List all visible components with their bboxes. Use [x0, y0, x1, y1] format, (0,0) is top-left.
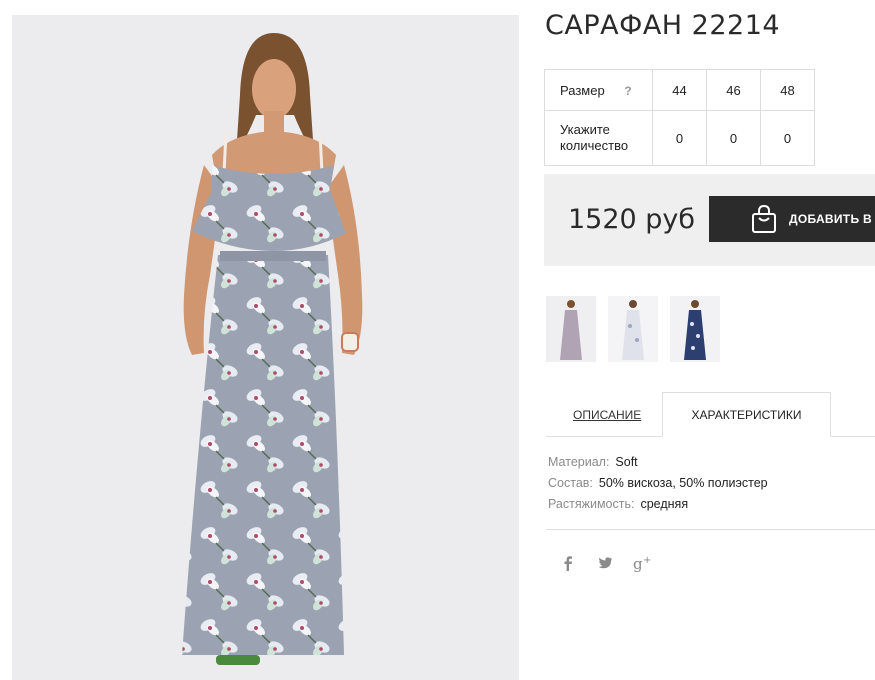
size-46: 46: [706, 69, 761, 111]
facebook-icon[interactable]: [558, 553, 578, 573]
dress-white-thumb-image: [608, 296, 658, 362]
product-price: 1520 руб: [568, 204, 696, 235]
size-label: Размер: [560, 82, 605, 98]
spec-value: 50% вискоза, 50% полиэстер: [598, 476, 768, 490]
thumbnail-2[interactable]: [608, 296, 658, 362]
dress-grey-thumb-image: [546, 296, 596, 362]
size-44: 44: [652, 69, 707, 111]
dress-model-illustration: [182, 33, 363, 665]
svg-text:+: +: [643, 555, 651, 566]
size-label-cell: Размер ?: [544, 69, 653, 111]
spec-value: Soft: [615, 455, 638, 469]
size-48: 48: [760, 69, 815, 111]
spec-key: Материал:: [548, 455, 610, 469]
price-box: 1520 руб ДОБАВИТЬ В КОРЗИНУ: [544, 174, 875, 266]
google-plus-icon[interactable]: g +: [632, 553, 652, 573]
shopping-bag-icon: [751, 205, 777, 233]
thumbnail-3[interactable]: [670, 296, 720, 362]
thumbnail-1[interactable]: [546, 296, 596, 362]
add-to-cart-button[interactable]: ДОБАВИТЬ В КОРЗИНУ: [709, 196, 875, 242]
spec-value: средняя: [640, 497, 689, 511]
spec-key: Растяжимость:: [548, 497, 635, 511]
spec-material: Материал: Soft: [548, 455, 768, 476]
specs-list: Материал: Soft Состав: 50% вискоза, 50% по…: [548, 455, 768, 518]
product-title: САРАФАН 22214: [545, 10, 781, 41]
add-to-cart-label: ДОБАВИТЬ В КОРЗИНУ: [789, 212, 875, 226]
svg-text:g: g: [633, 555, 643, 573]
size-quantity-table: Размер ? 44 46 48 Укажите количество 0 0…: [544, 69, 815, 166]
product-main-image[interactable]: [12, 15, 519, 680]
spec-key: Состав:: [548, 476, 593, 490]
tab-characteristics[interactable]: ХАРАКТЕРИСТИКИ: [662, 392, 831, 437]
spec-composition: Состав: 50% вискоза, 50% полиэстер: [548, 476, 768, 497]
quantity-input-44[interactable]: 0: [652, 110, 707, 166]
quantity-input-48[interactable]: 0: [760, 110, 815, 166]
section-divider: [546, 529, 875, 530]
dress-navy-thumb-image: [670, 296, 720, 362]
quantity-input-46[interactable]: 0: [706, 110, 761, 166]
tab-characteristics-label: ХАРАКТЕРИСТИКИ: [691, 407, 802, 422]
tab-description[interactable]: ОПИСАНИЕ: [573, 408, 641, 422]
size-help-icon[interactable]: ?: [624, 84, 631, 98]
spec-stretch: Растяжимость: средняя: [548, 497, 768, 518]
twitter-icon[interactable]: [595, 553, 615, 573]
quantity-label: Укажите количество: [544, 110, 653, 166]
